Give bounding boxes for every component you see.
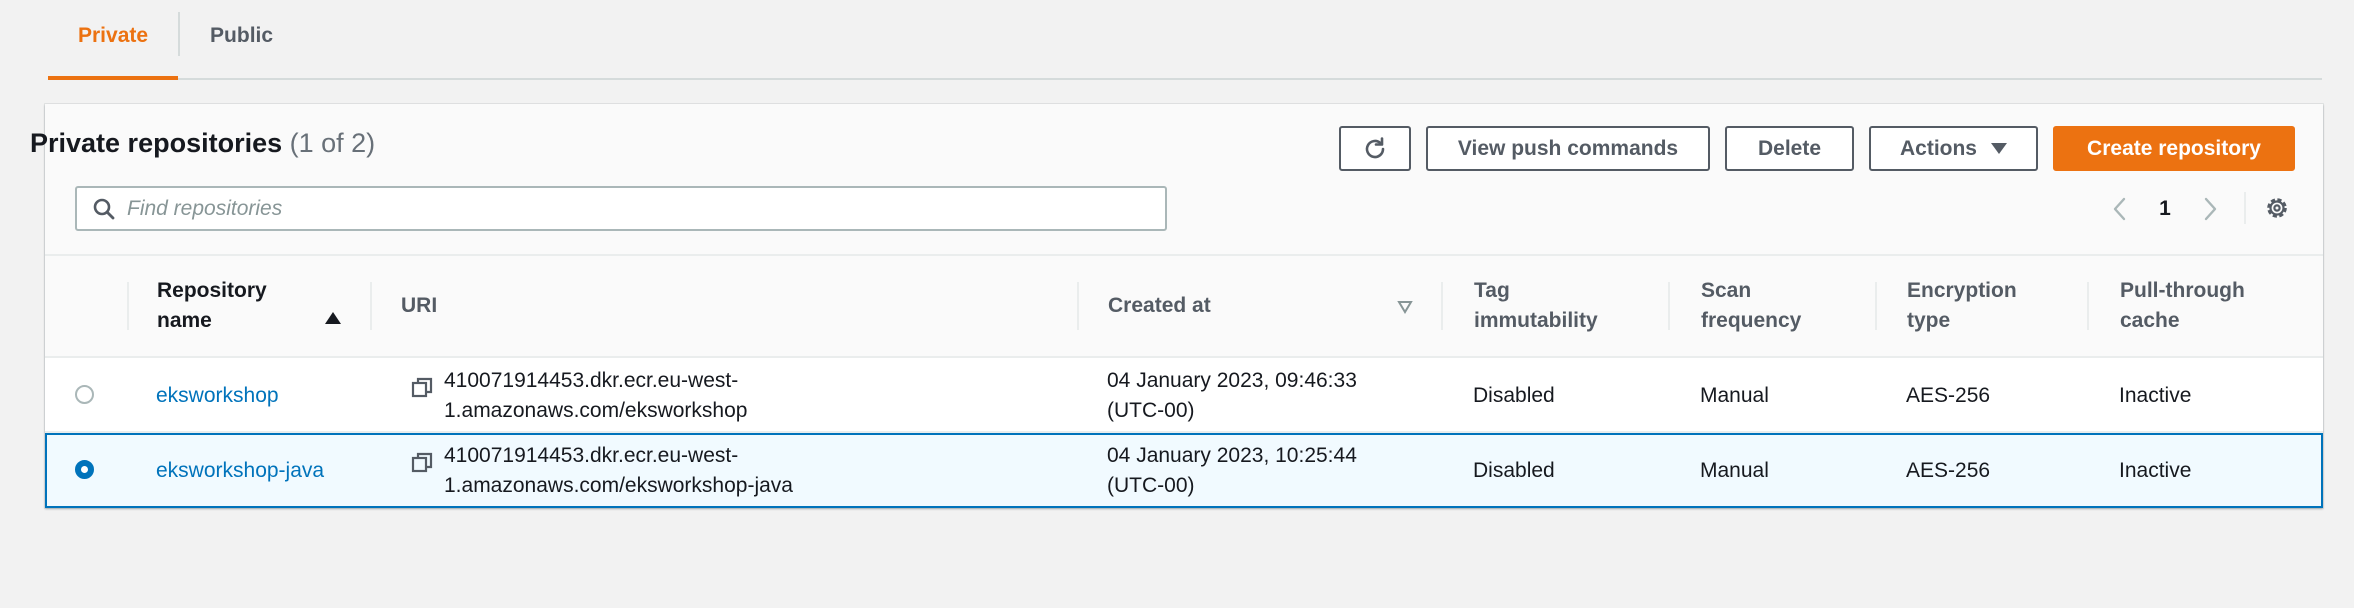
- column-separator: [1875, 282, 1877, 330]
- column-separator: [370, 282, 372, 330]
- uri-line: 410071914453.dkr.ecr.eu-west-: [444, 443, 739, 467]
- delete-button[interactable]: Delete: [1725, 126, 1854, 171]
- refresh-icon: [1365, 136, 1385, 158]
- column-separator: [1077, 282, 1079, 330]
- create-repository-button[interactable]: Create repository: [2053, 126, 2295, 171]
- chevron-right-icon: [2204, 197, 2217, 220]
- created-at-value: 04 January 2023, 09:46:33 (UTC-00): [1107, 358, 1357, 433]
- repository-tabs: Private Public: [48, 0, 2322, 80]
- column-header-line: type: [1907, 309, 1951, 332]
- column-header-line: Encryption: [1907, 279, 2017, 302]
- actions-label: Actions: [1899, 136, 1977, 160]
- column-separator: [1441, 282, 1443, 330]
- tag-immutability-value: Disabled: [1473, 383, 1555, 407]
- created-line: 04 January 2023, 10:25:44: [1107, 443, 1357, 467]
- column-separator: [127, 282, 129, 330]
- repositories-table: Repository name URI Created at Tag immut…: [45, 254, 2323, 508]
- pull-through-cache-value: Inactive: [2119, 458, 2192, 482]
- search-input[interactable]: [125, 187, 1165, 230]
- repository-uri: 410071914453.dkr.ecr.eu-west- 1.amazonaw…: [444, 358, 747, 433]
- pager-divider: [2244, 192, 2246, 224]
- repository-count: (1 of 2): [289, 128, 376, 158]
- created-at-value: 04 January 2023, 10:25:44 (UTC-00): [1107, 433, 1357, 508]
- page-title: Private repositories (1 of 2): [30, 128, 375, 159]
- encryption-type-value: AES-256: [1906, 383, 1991, 407]
- caret-down-icon: [1991, 143, 2007, 154]
- column-header-scan-frequency[interactable]: Scan frequency: [1701, 256, 1801, 356]
- column-header-uri[interactable]: URI: [401, 256, 437, 356]
- table-settings-button[interactable]: [2262, 193, 2292, 223]
- column-header-pull-through-cache[interactable]: Pull-through cache: [2120, 256, 2245, 356]
- table-row[interactable]: eksworkshop-java 410071914453.dkr.ecr.eu…: [45, 433, 2323, 508]
- column-header-line: cache: [2120, 309, 2180, 332]
- created-line: 04 January 2023, 09:46:33: [1107, 368, 1357, 392]
- row-select-radio[interactable]: [75, 385, 94, 404]
- created-line: (UTC-00): [1107, 473, 1195, 497]
- uri-line: 1.amazonaws.com/eksworkshop-java: [444, 473, 793, 497]
- search-icon: [83, 188, 125, 229]
- sort-ascending-icon: [325, 312, 341, 324]
- view-push-commands-button[interactable]: View push commands: [1426, 126, 1710, 171]
- uri-line: 410071914453.dkr.ecr.eu-west-: [444, 368, 739, 392]
- column-header-encryption-type[interactable]: Encryption type: [1907, 256, 2017, 356]
- next-page-button[interactable]: [2195, 186, 2225, 231]
- tab-private[interactable]: Private: [48, 0, 179, 80]
- pull-through-cache-value: Inactive: [2119, 383, 2192, 407]
- table-header: Repository name URI Created at Tag immut…: [45, 254, 2323, 358]
- column-header-line: Scan: [1701, 279, 1752, 302]
- repository-name-link[interactable]: eksworkshop: [156, 381, 279, 411]
- scan-frequency-value: Manual: [1700, 383, 1769, 407]
- column-header-repository-name[interactable]: Repository name: [157, 256, 317, 356]
- tab-public[interactable]: Public: [180, 0, 303, 72]
- actions-dropdown-button[interactable]: Actions: [1869, 126, 2038, 171]
- chevron-left-icon: [2113, 197, 2126, 220]
- row-select-radio[interactable]: [75, 460, 94, 479]
- column-header-line: Repository: [157, 279, 267, 302]
- column-header-line: frequency: [1701, 309, 1802, 332]
- copy-icon[interactable]: [411, 451, 435, 475]
- column-separator: [1668, 282, 1670, 330]
- search-box: [75, 186, 1167, 231]
- current-page-number[interactable]: 1: [2150, 186, 2180, 231]
- created-line: (UTC-00): [1107, 398, 1195, 422]
- previous-page-button[interactable]: [2105, 186, 2135, 231]
- gear-icon: [2267, 198, 2287, 218]
- refresh-button[interactable]: [1339, 126, 1411, 171]
- scan-frequency-value: Manual: [1700, 458, 1769, 482]
- column-header-line: name: [157, 309, 212, 332]
- uri-line: 1.amazonaws.com/eksworkshop: [444, 398, 748, 422]
- title-text: Private repositories: [30, 128, 283, 158]
- table-row[interactable]: eksworkshop 410071914453.dkr.ecr.eu-west…: [45, 358, 2323, 433]
- copy-icon[interactable]: [411, 376, 435, 400]
- repository-uri: 410071914453.dkr.ecr.eu-west- 1.amazonaw…: [444, 433, 793, 508]
- sort-descending-icon: [1397, 301, 1413, 314]
- column-header-line: Tag: [1474, 279, 1510, 302]
- column-header-created-at[interactable]: Created at: [1108, 256, 1211, 356]
- tag-immutability-value: Disabled: [1473, 458, 1555, 482]
- column-header-tag-immutability[interactable]: Tag immutability: [1474, 256, 1598, 356]
- encryption-type-value: AES-256: [1906, 458, 1991, 482]
- column-separator: [2087, 282, 2089, 330]
- column-header-line: Pull-through: [2120, 279, 2245, 302]
- column-header-line: immutability: [1474, 309, 1598, 332]
- repository-name-link[interactable]: eksworkshop-java: [156, 456, 324, 486]
